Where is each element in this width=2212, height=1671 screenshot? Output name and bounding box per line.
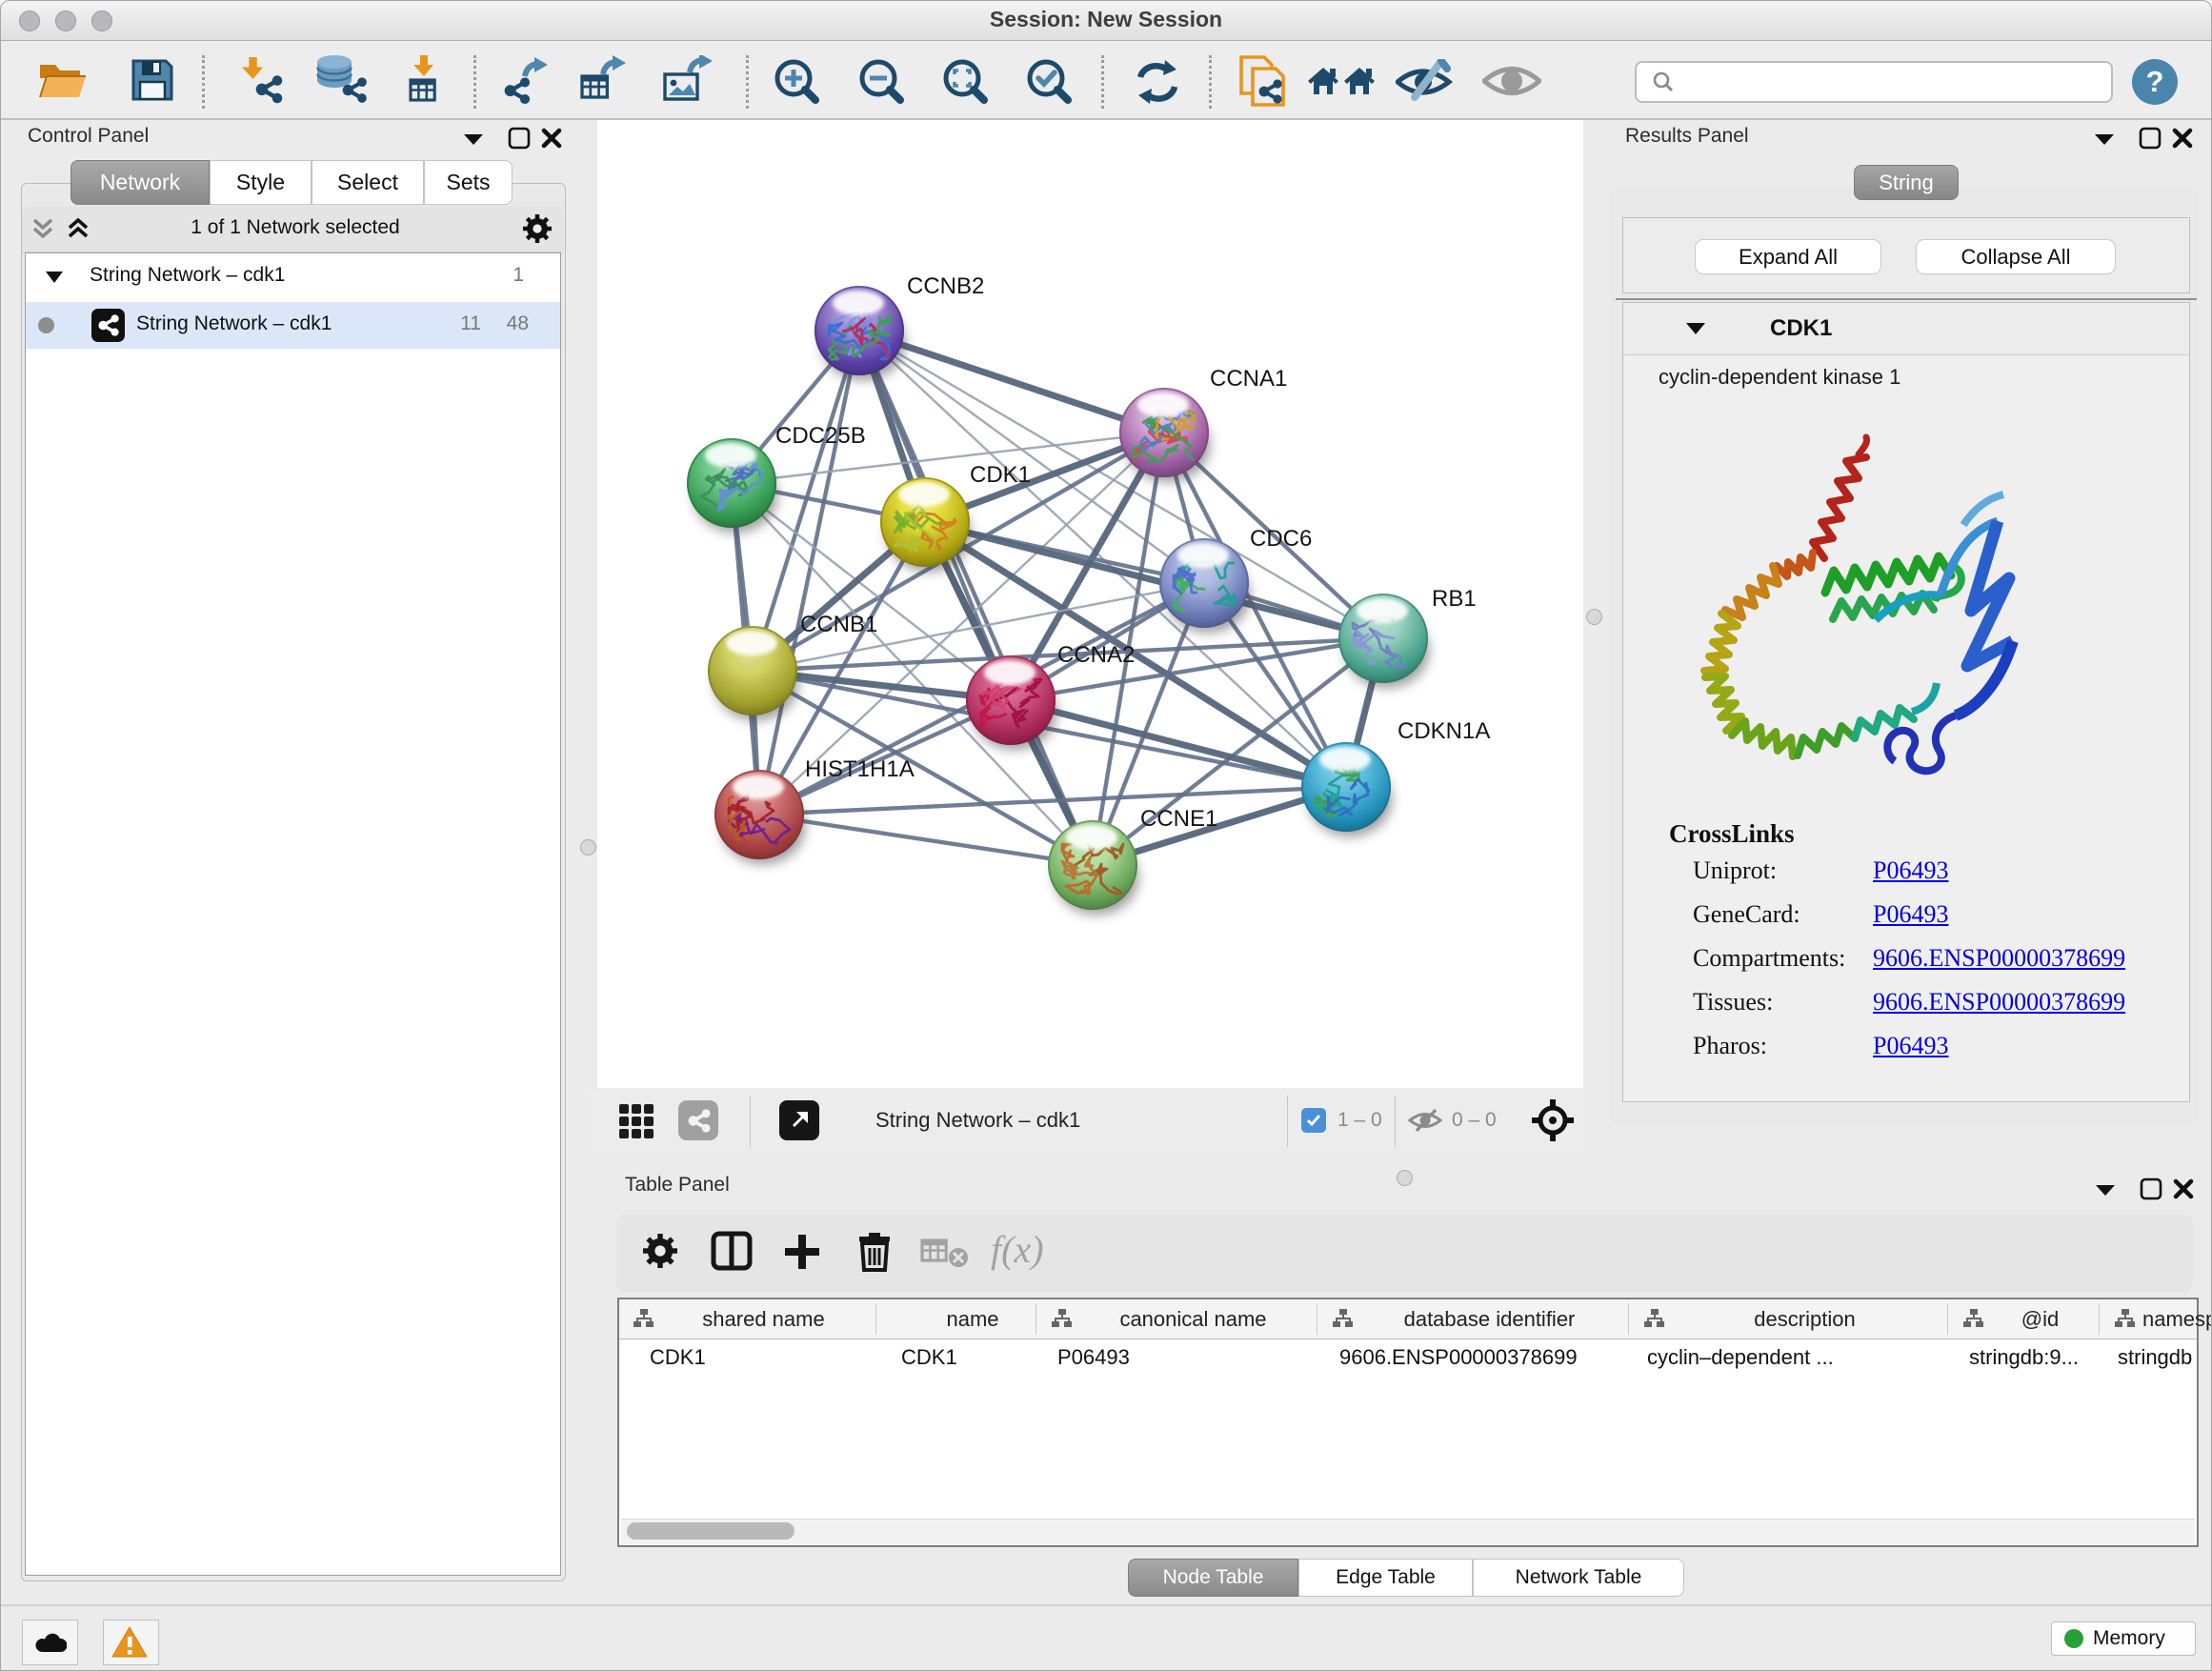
svg-text:CDK1: CDK1	[970, 462, 1031, 488]
svg-text:CDC6: CDC6	[1250, 526, 1312, 552]
svg-text:CCNB1: CCNB1	[800, 612, 877, 637]
svg-text:RB1: RB1	[1432, 586, 1477, 612]
svg-text:CCNA1: CCNA1	[1210, 366, 1287, 392]
svg-text:CCNA2: CCNA2	[1057, 642, 1135, 668]
svg-text:CDC25B: CDC25B	[775, 423, 866, 449]
svg-text:CCNE1: CCNE1	[1140, 806, 1217, 832]
svg-text:CCNB2: CCNB2	[907, 273, 984, 299]
svg-text:CDKN1A: CDKN1A	[1398, 718, 1490, 744]
svg-text:HIST1H1A: HIST1H1A	[805, 756, 915, 782]
